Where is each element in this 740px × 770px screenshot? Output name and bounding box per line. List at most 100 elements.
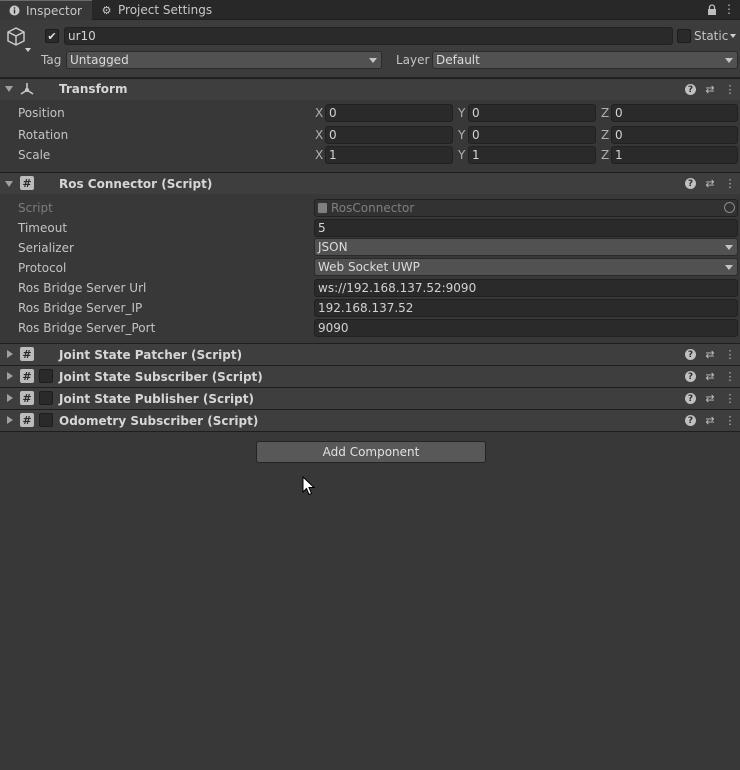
axis-y-label: Y bbox=[458, 148, 466, 162]
kebab-menu-icon[interactable]: ⋮ bbox=[723, 369, 737, 383]
help-icon[interactable]: ? bbox=[685, 415, 696, 426]
kebab-menu-icon[interactable]: ⋮ bbox=[723, 82, 737, 96]
kebab-menu-icon[interactable]: ⋮ bbox=[723, 347, 737, 361]
server-url-input[interactable]: ws://192.168.137.52:9090 bbox=[314, 279, 738, 297]
server-url-label: Ros Bridge Server Url bbox=[18, 281, 147, 295]
timeout-label: Timeout bbox=[18, 221, 68, 235]
axis-z-label: Z bbox=[601, 106, 610, 120]
script-file-icon bbox=[318, 203, 327, 213]
foldout-arrow[interactable] bbox=[7, 350, 13, 358]
axis-y-label: Y bbox=[458, 128, 466, 142]
chevron-down-icon bbox=[725, 58, 733, 63]
component-title: Joint State Patcher (Script) bbox=[59, 348, 243, 362]
component-enabled-checkbox[interactable] bbox=[39, 413, 53, 427]
help-icon[interactable]: ? bbox=[685, 178, 696, 189]
preset-sliders-icon[interactable]: ⇄ bbox=[703, 391, 717, 405]
server-port-input[interactable]: 9090 bbox=[314, 319, 738, 337]
rotation-x-input[interactable]: 0 bbox=[325, 126, 453, 144]
object-name-input[interactable]: ur10 bbox=[64, 27, 673, 45]
preset-sliders-icon[interactable]: ⇄ bbox=[703, 176, 717, 190]
foldout-arrow[interactable] bbox=[7, 372, 13, 380]
position-label: Position bbox=[18, 106, 65, 120]
script-value: RosConnector bbox=[331, 201, 415, 215]
preset-sliders-icon[interactable]: ⇄ bbox=[703, 369, 717, 383]
axis-x-label: X bbox=[315, 106, 324, 120]
kebab-menu-icon[interactable]: ⋮ bbox=[723, 391, 737, 405]
tab-label: Inspector bbox=[26, 3, 82, 18]
static-label: Static bbox=[694, 29, 729, 43]
help-icon[interactable]: ? bbox=[685, 84, 696, 95]
scale-y-input[interactable]: 1 bbox=[468, 146, 596, 164]
scale-z-input[interactable]: 1 bbox=[611, 146, 738, 164]
preset-sliders-icon[interactable]: ⇄ bbox=[703, 413, 717, 427]
gear-icon: ⚙ bbox=[101, 3, 112, 17]
scale-x-input[interactable]: 1 bbox=[325, 146, 453, 164]
server-ip-input[interactable]: 192.168.137.52 bbox=[314, 299, 738, 317]
position-y-input[interactable]: 0 bbox=[468, 104, 596, 122]
rotation-y-input[interactable]: 0 bbox=[468, 126, 596, 144]
foldout-arrow[interactable] bbox=[7, 394, 13, 402]
help-icon[interactable]: ? bbox=[685, 349, 696, 360]
protocol-label: Protocol bbox=[18, 261, 67, 275]
component-title: Joint State Subscriber (Script) bbox=[59, 370, 263, 384]
active-checkbox[interactable]: ✔ bbox=[45, 29, 59, 43]
add-component-button[interactable]: Add Component bbox=[256, 441, 486, 463]
tag-value: Untagged bbox=[70, 53, 129, 67]
script-hash-icon: # bbox=[20, 413, 34, 427]
script-hash-icon: # bbox=[20, 369, 34, 383]
serializer-label: Serializer bbox=[18, 241, 74, 255]
tab-label: Project Settings bbox=[118, 3, 213, 17]
rotation-z-input[interactable]: 0 bbox=[611, 126, 738, 144]
foldout-arrow[interactable] bbox=[5, 86, 13, 92]
static-dropdown-arrow[interactable] bbox=[730, 34, 736, 38]
lock-icon[interactable] bbox=[704, 1, 720, 17]
server-ip-label: Ros Bridge Server_IP bbox=[18, 301, 143, 315]
help-icon[interactable]: ? bbox=[685, 371, 696, 382]
serializer-value: JSON bbox=[318, 240, 348, 254]
position-x-input[interactable]: 0 bbox=[325, 104, 453, 122]
scale-label: Scale bbox=[18, 148, 51, 162]
timeout-input[interactable]: 5 bbox=[314, 219, 738, 237]
tab-project-settings[interactable]: ⚙ Project Settings bbox=[100, 0, 220, 20]
kebab-menu-icon[interactable]: ⋮ bbox=[721, 1, 737, 17]
serializer-dropdown[interactable]: JSON bbox=[314, 238, 738, 256]
component-enabled-checkbox[interactable] bbox=[39, 369, 53, 383]
tab-inspector[interactable]: Inspector bbox=[0, 0, 92, 20]
chevron-down-icon bbox=[369, 58, 377, 63]
ros-connector-title: Ros Connector (Script) bbox=[59, 177, 213, 191]
protocol-dropdown[interactable]: Web Socket UWP bbox=[314, 258, 738, 276]
chevron-down-icon bbox=[725, 265, 733, 270]
help-icon[interactable]: ? bbox=[685, 393, 696, 404]
position-z-input[interactable]: 0 bbox=[611, 104, 738, 122]
axis-x-label: X bbox=[315, 128, 324, 142]
component-enabled-checkbox[interactable] bbox=[39, 391, 53, 405]
static-checkbox[interactable] bbox=[677, 29, 691, 43]
rotation-label: Rotation bbox=[18, 128, 69, 142]
gameobject-cube-icon[interactable] bbox=[5, 26, 27, 48]
object-picker-icon[interactable] bbox=[724, 202, 735, 213]
transform-icon bbox=[20, 82, 34, 96]
layer-label: Layer bbox=[396, 53, 430, 67]
foldout-arrow[interactable] bbox=[5, 181, 13, 187]
chevron-down-icon bbox=[725, 245, 733, 250]
kebab-menu-icon[interactable]: ⋮ bbox=[723, 413, 737, 427]
tag-label: Tag bbox=[41, 53, 62, 67]
axis-y-label: Y bbox=[458, 106, 466, 120]
preset-sliders-icon[interactable]: ⇄ bbox=[703, 82, 717, 96]
kebab-menu-icon[interactable]: ⋮ bbox=[723, 176, 737, 190]
tag-dropdown[interactable]: Untagged bbox=[66, 51, 382, 69]
script-hash-icon: # bbox=[20, 176, 34, 190]
layer-value: Default bbox=[436, 53, 480, 67]
script-object-field: RosConnector bbox=[314, 199, 738, 217]
icon-dropdown-arrow[interactable] bbox=[25, 48, 31, 52]
component-title: Odometry Subscriber (Script) bbox=[59, 414, 259, 428]
foldout-arrow[interactable] bbox=[7, 416, 13, 424]
layer-dropdown[interactable]: Default bbox=[432, 51, 738, 69]
mouse-cursor-icon bbox=[302, 475, 316, 496]
axis-x-label: X bbox=[315, 148, 324, 162]
script-hash-icon: # bbox=[20, 347, 34, 361]
axis-z-label: Z bbox=[601, 128, 610, 142]
transform-title: Transform bbox=[59, 82, 128, 96]
preset-sliders-icon[interactable]: ⇄ bbox=[703, 347, 717, 361]
axis-z-label: Z bbox=[601, 148, 610, 162]
